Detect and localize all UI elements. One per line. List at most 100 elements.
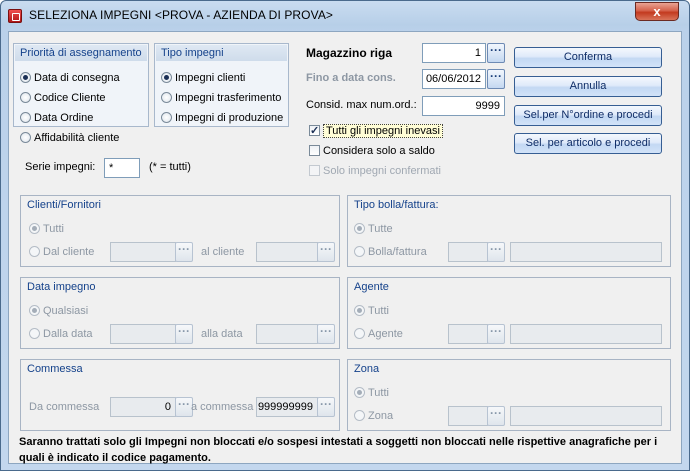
dialog-window: SELEZIONA IMPEGNI <PROVA - AZIENDA DI PR… (0, 0, 690, 471)
consid-max-input[interactable]: 9999 (422, 96, 505, 116)
al-cliente-lookup-button[interactable]: ··· (317, 242, 335, 262)
agente-lookup-button[interactable]: ··· (487, 324, 505, 344)
radio-dot (354, 328, 365, 339)
conferma-button[interactable]: Conferma (514, 47, 662, 68)
checkbox-box (309, 145, 320, 156)
clienti-group: Clienti/Fornitori Tutti Dal cliente ··· … (20, 195, 340, 267)
radio-dot (20, 132, 31, 143)
radio-affidabilita[interactable]: Affidabilità cliente (20, 130, 119, 146)
radio-impegni-clienti[interactable]: Impegni clienti (161, 70, 245, 86)
radio-data-consegna[interactable]: Data di consegna (20, 70, 120, 86)
radio-bolla-fattura[interactable]: Bolla/fattura (354, 244, 427, 260)
agente-group: Agente Tutti Agente ··· (347, 277, 671, 349)
radio-zona[interactable]: Zona (354, 408, 393, 424)
radio-agente[interactable]: Agente (354, 326, 403, 342)
dal-cliente-input[interactable] (110, 242, 176, 262)
radio-dot (354, 246, 365, 257)
radio-dot (29, 246, 40, 257)
bolla-fattura-code-input[interactable] (448, 242, 488, 262)
a-commessa-lookup-button[interactable]: ··· (317, 397, 335, 417)
radio-codice-cliente[interactable]: Codice Cliente (20, 90, 106, 106)
commessa-group: Commessa Da commessa 0 ··· a commessa 99… (20, 359, 340, 431)
a-commessa-label: a commessa (191, 401, 254, 413)
zona-code-input[interactable] (448, 406, 488, 426)
priority-group-title: Priorità di assegnamento (15, 45, 147, 61)
agente-title: Agente (354, 281, 389, 293)
radio-dot (29, 223, 40, 234)
alla-data-input[interactable] (256, 324, 318, 344)
tipo-bolla-title: Tipo bolla/fattura: (354, 199, 439, 211)
zona-group: Zona Tutti Zona ··· (347, 359, 671, 431)
consid-max-label: Consid. max num.ord.: (306, 99, 417, 111)
zona-lookup-button[interactable]: ··· (487, 406, 505, 426)
fino-data-lookup-button[interactable]: ··· (487, 69, 505, 89)
window-title: SELEZIONA IMPEGNI <PROVA - AZIENDA DI PR… (29, 8, 334, 22)
radio-impegni-trasferimento[interactable]: Impegni trasferimento (161, 90, 281, 106)
footer-note: Saranno trattati solo gli Impegni non bl… (19, 436, 658, 464)
solo-saldo-checkbox[interactable]: Considera solo a saldo (309, 143, 435, 159)
magazzino-label: Magazzino riga (306, 46, 393, 60)
data-impegno-group: Data impegno Qualsiasi Dalla data ··· al… (20, 277, 340, 349)
al-cliente-input[interactable] (256, 242, 318, 262)
serie-impegni-hint: (* = tutti) (149, 161, 191, 173)
radio-dot (354, 305, 365, 316)
commessa-title: Commessa (27, 363, 83, 375)
radio-dot (20, 92, 31, 103)
radio-dot (161, 112, 172, 123)
a-commessa-input[interactable]: 999999999 (256, 397, 318, 417)
radio-dal-cliente[interactable]: Dal cliente (29, 244, 94, 260)
radio-dalla-data[interactable]: Dalla data (29, 326, 93, 342)
radio-dot (161, 72, 172, 83)
radio-bolla-tutte[interactable]: Tutte (354, 221, 393, 237)
radio-clienti-tutti[interactable]: Tutti (29, 221, 64, 237)
tutti-inevasi-checkbox[interactable]: Tutti gli impegni inevasi (309, 123, 443, 139)
sel-articolo-button[interactable]: Sel. per articolo e procedi (514, 133, 662, 154)
alla-data-label: alla data (201, 328, 243, 340)
al-cliente-label: al cliente (201, 246, 245, 258)
priority-group: Priorità di assegnamento Data di consegn… (13, 43, 149, 144)
sel-ordine-button[interactable]: Sel.per N°ordine e procedi (514, 105, 662, 126)
magazzino-lookup-button[interactable]: ··· (487, 43, 505, 63)
magazzino-input[interactable]: 1 (422, 43, 486, 63)
radio-dot (20, 72, 31, 83)
tipo-impegni-group: Tipo impegni Impegni clienti Impegni tra… (154, 43, 289, 127)
tipo-bolla-group: Tipo bolla/fattura: Tutte Bolla/fattura … (347, 195, 671, 267)
radio-zona-tutti[interactable]: Tutti (354, 385, 389, 401)
solo-confermati-checkbox[interactable]: Solo impegni confermati (309, 163, 441, 179)
zona-description (510, 406, 662, 426)
radio-dot (354, 387, 365, 398)
serie-impegni-input[interactable]: * (104, 158, 140, 178)
tipo-impegni-title: Tipo impegni (156, 45, 287, 61)
agente-description (510, 324, 662, 344)
fino-data-label: Fino a data cons. (306, 72, 396, 84)
radio-dot (354, 410, 365, 421)
close-button[interactable]: x (635, 2, 679, 21)
annulla-button[interactable]: Annulla (514, 76, 662, 97)
checkbox-box (309, 165, 320, 176)
title-bar[interactable]: SELEZIONA IMPEGNI <PROVA - AZIENDA DI PR… (1, 1, 689, 31)
app-icon (8, 9, 22, 23)
radio-qualsiasi[interactable]: Qualsiasi (29, 303, 88, 319)
radio-dot (20, 112, 31, 123)
dalla-data-lookup-button[interactable]: ··· (175, 324, 193, 344)
clienti-title: Clienti/Fornitori (27, 199, 101, 211)
radio-dot (354, 223, 365, 234)
bolla-fattura-description (510, 242, 662, 262)
zona-title: Zona (354, 363, 380, 375)
dal-cliente-lookup-button[interactable]: ··· (175, 242, 193, 262)
alla-data-lookup-button[interactable]: ··· (317, 324, 335, 344)
dialog-body: Priorità di assegnamento Data di consegn… (8, 31, 682, 464)
radio-dot (161, 92, 172, 103)
radio-agente-tutti[interactable]: Tutti (354, 303, 389, 319)
fino-data-input[interactable]: 06/06/2012 (422, 69, 486, 89)
radio-dot (29, 328, 40, 339)
radio-dot (29, 305, 40, 316)
da-commessa-input[interactable]: 0 (110, 397, 176, 417)
dalla-data-input[interactable] (110, 324, 176, 344)
radio-impegni-produzione[interactable]: Impegni di produzione (161, 110, 283, 126)
data-impegno-title: Data impegno (27, 281, 96, 293)
bolla-fattura-lookup-button[interactable]: ··· (487, 242, 505, 262)
agente-code-input[interactable] (448, 324, 488, 344)
radio-data-ordine[interactable]: Data Ordine (20, 110, 93, 126)
checkbox-box (309, 123, 320, 139)
